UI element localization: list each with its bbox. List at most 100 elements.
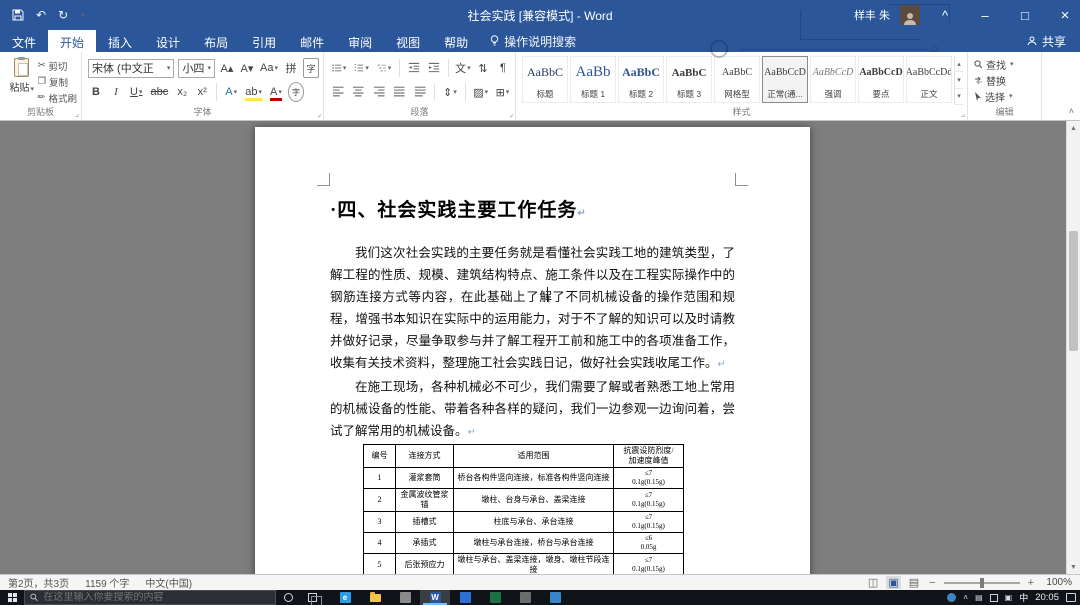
tab-references[interactable]: 引用 xyxy=(240,30,288,52)
enclose-characters-button[interactable]: 字 xyxy=(288,82,304,102)
tab-layout[interactable]: 布局 xyxy=(192,30,240,52)
shrink-font-button[interactable]: A▾ xyxy=(239,58,255,78)
paste-button[interactable]: 粘贴▾ xyxy=(6,56,38,105)
change-case-button[interactable]: Aa▾ xyxy=(259,58,279,78)
align-left-button[interactable] xyxy=(330,82,346,102)
cut-button[interactable]: ✂ 剪切 xyxy=(38,58,77,73)
ribbon-display-options-icon[interactable]: ^ xyxy=(930,0,960,30)
language-indicator[interactable]: 中文(中国) xyxy=(145,575,192,590)
bullets-button[interactable]: ▾ xyxy=(330,58,348,78)
cortana-button[interactable] xyxy=(276,590,300,605)
style-chip-normal-selected[interactable]: AaBbCcD正常(通... xyxy=(762,56,808,103)
strikethrough-button[interactable]: abc xyxy=(148,82,170,102)
taskbar-app-edge[interactable]: e xyxy=(330,590,360,605)
style-chip-heading[interactable]: AaBbC标题 xyxy=(522,56,568,103)
style-gallery-more-icon[interactable]: ▾ xyxy=(955,89,963,105)
page-indicator[interactable]: 第2页，共3页 xyxy=(8,575,69,590)
taskbar-app-6[interactable] xyxy=(480,590,510,605)
tab-design[interactable]: 设计 xyxy=(144,30,192,52)
align-center-button[interactable] xyxy=(350,82,366,102)
multilevel-list-button[interactable]: ▾ xyxy=(375,58,393,78)
italic-button[interactable]: I xyxy=(108,82,124,102)
subscript-button[interactable]: x₂ xyxy=(174,82,190,102)
tray-status-icon[interactable]: ▤ xyxy=(975,593,983,602)
bold-button[interactable]: B xyxy=(88,82,104,102)
clock[interactable]: 20:05 xyxy=(1035,592,1059,603)
save-icon[interactable] xyxy=(12,9,24,21)
search-input[interactable] xyxy=(44,592,271,603)
font-dialog-launcher-icon[interactable]: ⌟ xyxy=(317,110,321,118)
share-button[interactable]: 共享 xyxy=(1013,30,1080,52)
increase-indent-button[interactable] xyxy=(426,58,442,78)
borders-button[interactable]: ⊞▾ xyxy=(494,82,511,102)
zoom-slider[interactable] xyxy=(944,582,1020,584)
avatar[interactable] xyxy=(900,5,920,25)
tab-help[interactable]: 帮助 xyxy=(432,30,480,52)
asian-layout-button[interactable]: 文▾ xyxy=(455,58,471,78)
text-effects-button[interactable]: A▾ xyxy=(223,82,239,102)
style-gallery-down-icon[interactable]: ▾ xyxy=(955,72,963,88)
phonetic-guide-button[interactable]: 拼 xyxy=(283,58,299,78)
paragraph-dialog-launcher-icon[interactable]: ⌟ xyxy=(509,110,513,118)
style-chip-heading2[interactable]: AaBbC标题 2 xyxy=(618,56,664,103)
volume-icon[interactable]: ▣ xyxy=(1005,593,1013,602)
tell-me-search[interactable]: 操作说明搜索 xyxy=(480,30,586,52)
character-border-button[interactable]: 字 xyxy=(303,58,319,78)
action-center-icon[interactable] xyxy=(1066,593,1076,602)
line-spacing-button[interactable]: ⇕▾ xyxy=(441,82,458,102)
start-button[interactable] xyxy=(0,590,24,605)
style-chip-emphasis[interactable]: AaBbCcD强调 xyxy=(810,56,856,103)
copy-button[interactable]: ❐ 复制 xyxy=(38,74,77,89)
tab-view[interactable]: 视图 xyxy=(384,30,432,52)
taskbar-app-word-active[interactable]: W xyxy=(420,590,450,605)
format-painter-button[interactable]: ✏ 格式刷 xyxy=(38,90,77,105)
collapse-ribbon-icon[interactable]: ˄ xyxy=(1069,106,1074,116)
shading-button[interactable]: ▨▾ xyxy=(472,82,490,102)
taskbar-app-3[interactable] xyxy=(390,590,420,605)
ime-indicator[interactable]: 中 xyxy=(1019,591,1028,604)
style-chip-heading1[interactable]: AaBb标题 1 xyxy=(570,56,616,103)
replace-button[interactable]: 替换 xyxy=(974,72,1037,88)
justify-button[interactable] xyxy=(391,82,407,102)
zoom-slider-thumb[interactable] xyxy=(980,578,984,588)
align-right-button[interactable] xyxy=(371,82,387,102)
taskbar-app-5[interactable] xyxy=(450,590,480,605)
scrollbar-thumb[interactable] xyxy=(1069,231,1078,351)
style-chip-strong[interactable]: AaBbCcD要点 xyxy=(858,56,904,103)
styles-dialog-launcher-icon[interactable]: ⌟ xyxy=(961,110,965,118)
font-color-button[interactable]: A▾ xyxy=(268,82,284,102)
qat-customize-icon[interactable]: ▾ xyxy=(81,11,85,19)
read-mode-icon[interactable]: ◫ xyxy=(866,576,880,589)
taskbar-app-8[interactable] xyxy=(540,590,570,605)
minimize-button[interactable]: – xyxy=(970,0,1000,30)
redo-icon[interactable]: ↻ xyxy=(58,8,68,22)
style-chip-heading3[interactable]: AaBbC标题 3 xyxy=(666,56,712,103)
tab-home[interactable]: 开始 xyxy=(48,30,96,52)
tab-review[interactable]: 审阅 xyxy=(336,30,384,52)
web-layout-icon[interactable]: ▤ xyxy=(907,576,921,589)
select-button[interactable]: 选择▾ xyxy=(974,88,1037,104)
vertical-scrollbar[interactable]: ▲ ▼ xyxy=(1066,121,1080,574)
zoom-out-icon[interactable]: − xyxy=(927,577,937,589)
undo-icon[interactable]: ↶ xyxy=(36,8,46,22)
tab-file[interactable]: 文件 xyxy=(0,30,48,52)
taskbar-search[interactable] xyxy=(24,590,276,605)
taskbar-app-file-explorer[interactable] xyxy=(360,590,390,605)
zoom-in-icon[interactable]: + xyxy=(1026,577,1036,589)
style-chip-grid[interactable]: AaBbC网格型 xyxy=(714,56,760,103)
numbering-button[interactable]: ▾ xyxy=(352,58,370,78)
scrollbar-up-icon[interactable]: ▲ xyxy=(1067,121,1080,135)
taskbar-app-7[interactable] xyxy=(510,590,540,605)
network-icon[interactable] xyxy=(990,594,998,602)
show-hide-marks-button[interactable]: ¶ xyxy=(495,58,511,78)
superscript-button[interactable]: x² xyxy=(194,82,210,102)
tray-app-icon[interactable] xyxy=(947,593,956,602)
word-count[interactable]: 1159 个字 xyxy=(85,575,129,590)
style-chip-body[interactable]: AaBbCcDd正文 xyxy=(906,56,952,103)
document-page[interactable]: ·四、社会实践主要工作任务↵ 我们这次社会实践的主要任务就是看懂社会实践工地的建… xyxy=(255,127,810,574)
clipboard-dialog-launcher-icon[interactable]: ⌟ xyxy=(75,110,79,118)
decrease-indent-button[interactable] xyxy=(406,58,422,78)
distribute-button[interactable] xyxy=(412,82,428,102)
tab-mailings[interactable]: 邮件 xyxy=(288,30,336,52)
style-gallery-up-icon[interactable]: ▴ xyxy=(955,56,963,72)
